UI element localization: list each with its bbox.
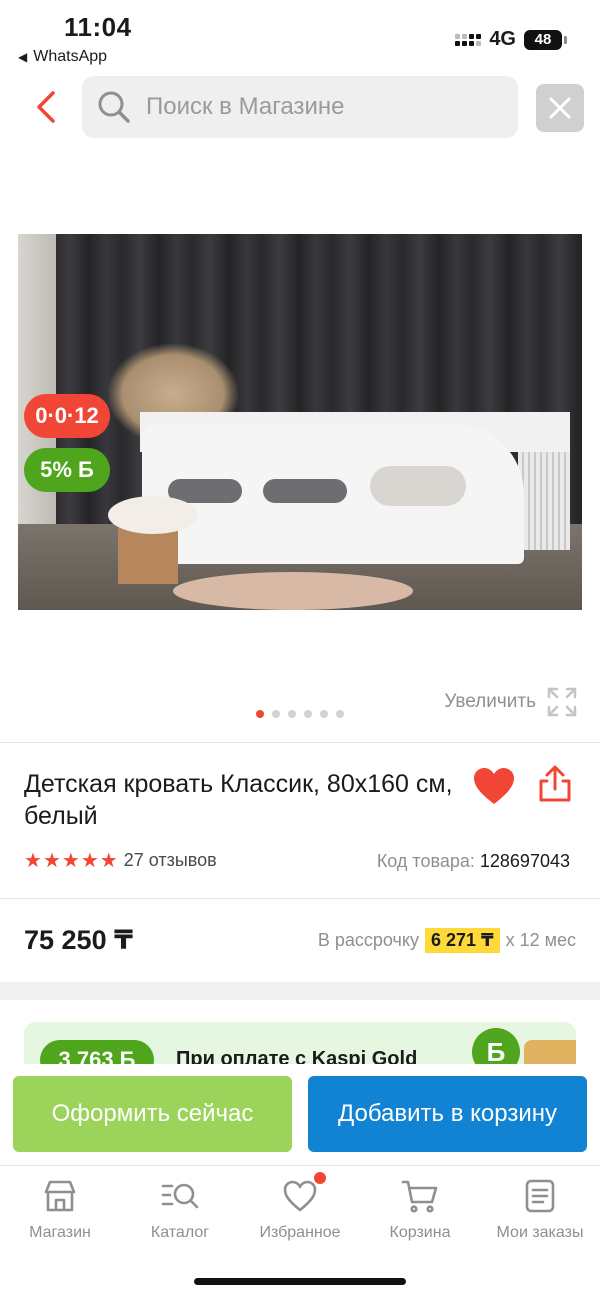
star-icon: ★ xyxy=(80,849,99,872)
add-to-cart-button[interactable]: Добавить в корзину xyxy=(308,1076,587,1152)
section-gap xyxy=(0,982,600,1000)
sku: Код товара: 128697043 xyxy=(377,851,570,872)
battery-level: 48 xyxy=(534,31,552,48)
product-title: Детская кровать Классик, 80x160 см, белы… xyxy=(24,770,453,830)
nav-label: Магазин xyxy=(29,1224,91,1241)
rating-stars: ★ ★ ★ ★ ★ xyxy=(24,851,118,871)
home-indicator xyxy=(194,1278,406,1285)
reviews-link[interactable]: 27 отзывов xyxy=(124,850,217,871)
installment-prefix: В рассрочку xyxy=(317,930,419,950)
star-icon: ★ xyxy=(61,849,80,872)
expand-icon xyxy=(547,687,577,717)
favorite-button[interactable] xyxy=(472,766,516,806)
search-header xyxy=(0,74,600,140)
share-icon xyxy=(539,765,571,802)
pager-dot[interactable] xyxy=(304,710,312,718)
star-icon: ★ xyxy=(42,849,61,872)
nav-favorites[interactable]: Избранное xyxy=(245,1172,355,1242)
back-button[interactable] xyxy=(26,84,66,130)
product-price: 75 250 ₸ xyxy=(24,925,133,955)
close-button[interactable] xyxy=(536,84,584,132)
nav-store[interactable]: Магазин xyxy=(5,1176,115,1242)
installment-amount: 6 271 ₸ xyxy=(425,928,500,953)
catalog-search-icon xyxy=(160,1176,200,1216)
image-pager[interactable] xyxy=(256,710,344,718)
installment-badge: 0·0·12 xyxy=(24,394,110,438)
status-time: 11:04 xyxy=(64,12,132,42)
search-box[interactable] xyxy=(82,76,518,138)
nav-label: Мои заказы xyxy=(496,1224,584,1241)
share-button[interactable] xyxy=(536,764,576,806)
divider xyxy=(0,898,600,899)
star-icon: ★ xyxy=(99,849,118,872)
buy-now-button[interactable]: Оформить сейчас xyxy=(13,1076,292,1152)
nav-orders[interactable]: Мои заказы xyxy=(485,1176,595,1242)
search-icon xyxy=(96,89,132,125)
sku-value: 128697043 xyxy=(479,851,570,871)
chevron-left-icon xyxy=(37,91,55,123)
nav-label: Каталог xyxy=(150,1224,210,1241)
network-type: 4G xyxy=(489,28,516,50)
pager-dot[interactable] xyxy=(272,710,280,718)
nav-label: Избранное xyxy=(259,1224,341,1241)
pager-dot[interactable] xyxy=(336,710,344,718)
pager-dot[interactable] xyxy=(320,710,328,718)
orders-icon xyxy=(520,1176,560,1216)
action-bar: Оформить сейчас Добавить в корзину xyxy=(0,1064,600,1164)
nav-label: Корзина xyxy=(389,1224,451,1241)
status-indicators: 4G 48 xyxy=(455,28,567,51)
close-icon xyxy=(549,97,571,119)
star-icon: ★ xyxy=(24,849,42,872)
back-app-label: WhatsApp xyxy=(33,48,108,65)
pager-dot[interactable] xyxy=(256,710,264,718)
rating-row[interactable]: ★ ★ ★ ★ ★ 27 отзывов xyxy=(24,850,217,871)
sku-label: Код товара: xyxy=(376,851,475,871)
battery-icon: 48 xyxy=(524,29,567,50)
bonus-badge: 5% Б xyxy=(24,448,110,492)
installment-suffix: x 12 мес xyxy=(505,930,576,950)
heart-filled-icon xyxy=(474,768,514,804)
notification-dot xyxy=(314,1172,326,1184)
back-triangle-icon: ◀ xyxy=(18,50,28,64)
signal-icon xyxy=(455,33,482,46)
status-bar: 11:04 ◀ WhatsApp 4G 48 xyxy=(0,0,600,70)
bonus-percent: 5% xyxy=(40,457,72,482)
cart-icon xyxy=(400,1176,440,1216)
nav-cart[interactable]: Корзина xyxy=(365,1176,475,1242)
back-to-app-link[interactable]: ◀ WhatsApp xyxy=(18,48,107,66)
installment-info: В рассрочку 6 271 ₸ x 12 мес xyxy=(318,928,576,953)
heart-outline-icon xyxy=(280,1172,326,1216)
bonus-symbol: Б xyxy=(78,457,94,482)
zoom-label: Увеличить xyxy=(444,691,536,712)
divider xyxy=(0,742,600,743)
nav-catalog[interactable]: Каталог xyxy=(125,1176,235,1242)
store-icon xyxy=(40,1176,80,1216)
zoom-button[interactable]: Увеличить xyxy=(444,686,578,718)
search-input[interactable] xyxy=(146,93,486,121)
pager-dot[interactable] xyxy=(288,710,296,718)
